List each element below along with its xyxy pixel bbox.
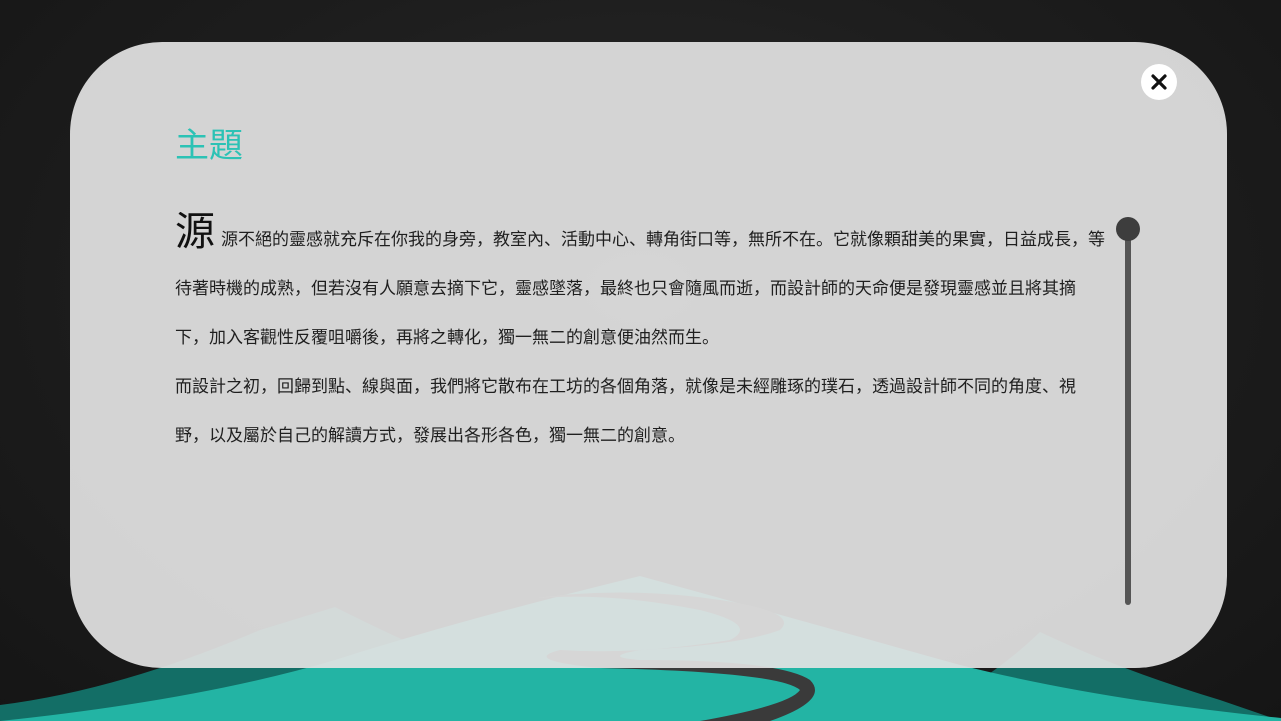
page-stage: 主題 源源不絕的靈感就充斥在你我的身旁，教室內、活動中心、轉角街口等，無所不在。… <box>0 0 1281 721</box>
close-icon <box>1151 74 1167 90</box>
paragraph-2: 而設計之初，回歸到點、線與面，我們將它散布在工坊的各個角落，就像是未經雕琢的璞石… <box>175 377 1076 446</box>
scrollbar-thumb[interactable] <box>1116 217 1140 241</box>
drop-cap: 源 <box>175 212 215 255</box>
modal-title: 主題 <box>175 126 243 166</box>
paragraph-1-text: 源不絕的靈感就充斥在你我的身旁，教室內、活動中心、轉角街口等，無所不在。它就像顆… <box>175 230 1105 348</box>
modal-content: 源源不絕的靈感就充斥在你我的身旁，教室內、活動中心、轉角街口等，無所不在。它就像… <box>175 212 1105 632</box>
theme-modal: 主題 源源不絕的靈感就充斥在你我的身旁，教室內、活動中心、轉角街口等，無所不在。… <box>70 42 1227 668</box>
close-button[interactable] <box>1141 64 1177 100</box>
paragraph-1: 源源不絕的靈感就充斥在你我的身旁，教室內、活動中心、轉角街口等，無所不在。它就像… <box>175 212 1105 363</box>
scrollbar-track[interactable] <box>1125 229 1131 605</box>
